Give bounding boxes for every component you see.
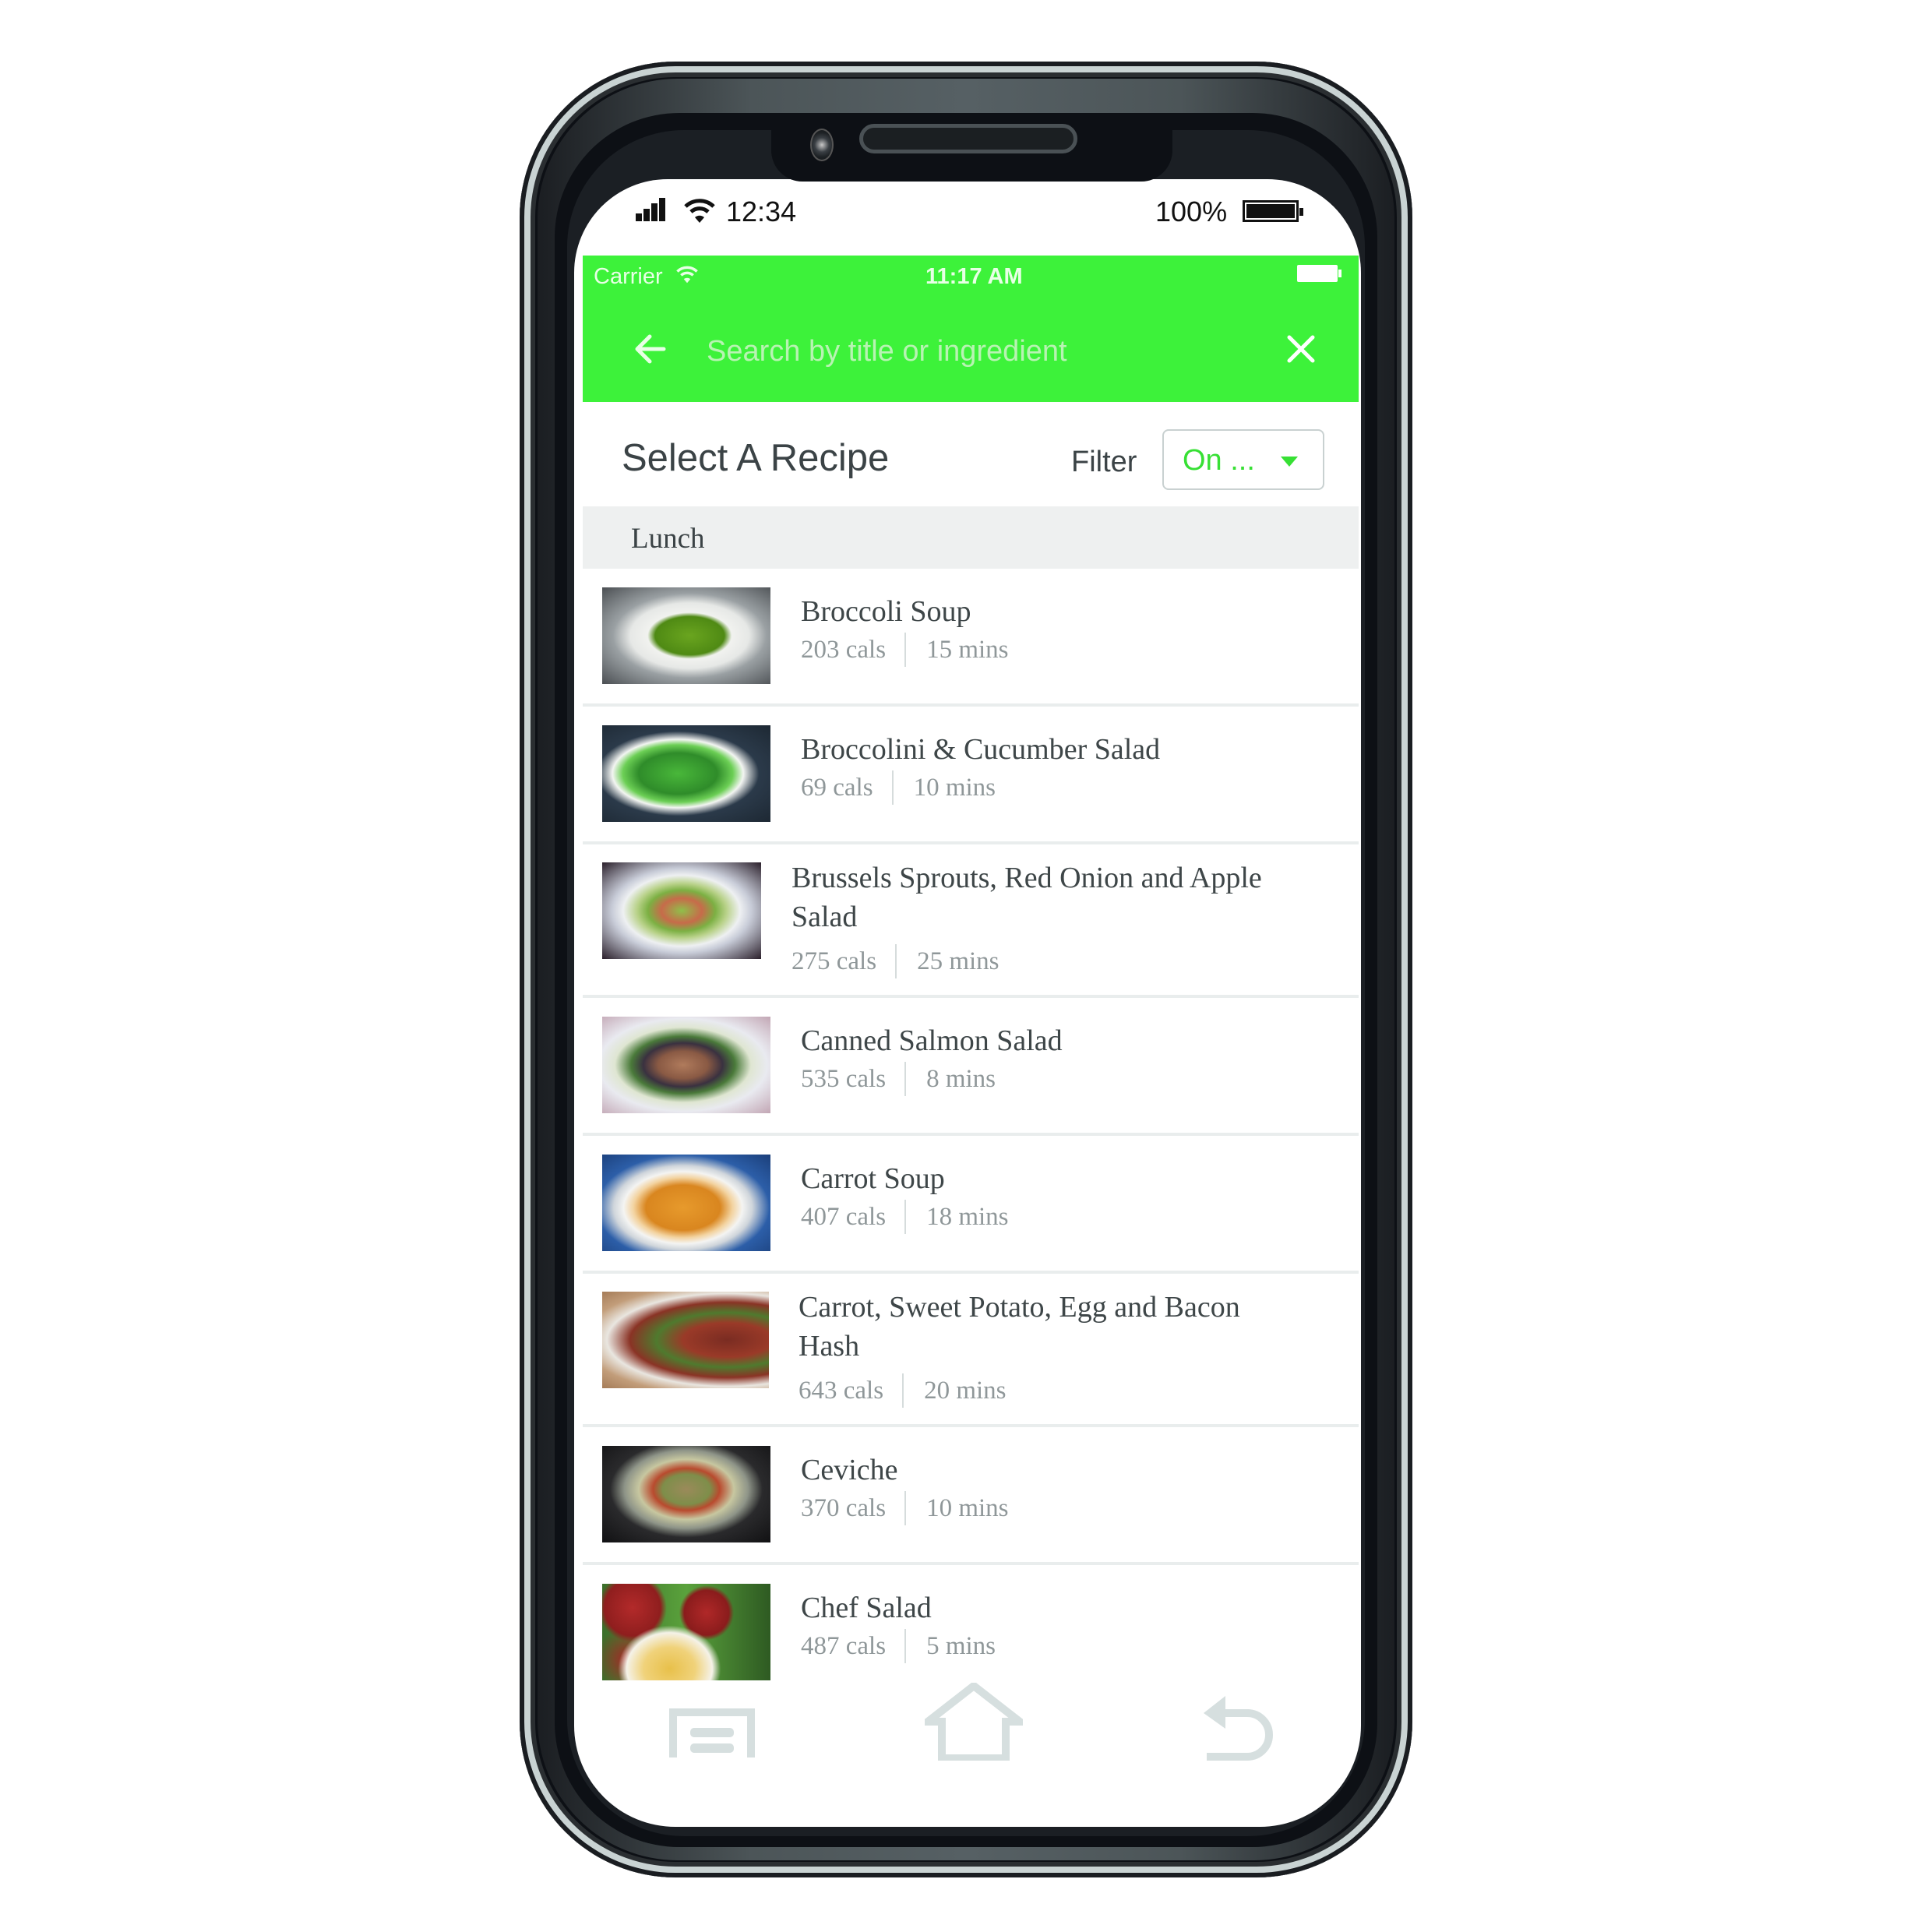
- hash-photo: [602, 1292, 769, 1388]
- recipe-time: 20 mins: [924, 1376, 1007, 1405]
- filter-dropdown[interactable]: On ...: [1162, 429, 1324, 490]
- recipe-time: 15 mins: [926, 635, 1009, 664]
- ceviche-photo: [602, 1446, 770, 1542]
- front-camera-icon: [810, 129, 834, 161]
- home-icon[interactable]: [925, 1683, 1023, 1761]
- back-icon[interactable]: [1202, 1694, 1280, 1761]
- wifi-icon: [684, 199, 715, 223]
- earpiece-speaker-icon: [859, 124, 1077, 153]
- recipe-calories: 643 cals: [799, 1376, 884, 1405]
- recipe-meta: 643 cals 20 mins: [799, 1373, 1007, 1408]
- recipe-time: 25 mins: [917, 947, 999, 975]
- recipe-calories: 407 cals: [801, 1202, 887, 1231]
- recipe-meta: 370 cals 10 mins: [801, 1491, 1009, 1525]
- recipe-title: Broccoli Soup: [801, 595, 971, 628]
- section-header: Lunch: [583, 506, 1359, 569]
- recipe-title: Ceviche: [801, 1454, 898, 1486]
- broccoli-soup-photo: [602, 587, 770, 684]
- search-input[interactable]: [705, 330, 1253, 372]
- meta-divider: [904, 1200, 907, 1234]
- recipe-time: 8 mins: [926, 1064, 996, 1093]
- recipe-meta: 407 cals 18 mins: [801, 1200, 1009, 1234]
- recipe-calories: 487 cals: [801, 1631, 887, 1660]
- recipe-row[interactable]: Canned Salmon Salad 535 cals 8 mins: [583, 998, 1359, 1136]
- recipe-row[interactable]: Carrot Soup 407 cals 18 mins: [583, 1136, 1359, 1274]
- device-battery-percent: 100%: [1155, 196, 1228, 227]
- arrow-left-icon[interactable]: [633, 333, 667, 365]
- recipe-meta: 69 cals 10 mins: [801, 770, 996, 805]
- recipe-row[interactable]: Carrot, Sweet Potato, Egg and Bacon Hash…: [583, 1274, 1359, 1427]
- recipe-time: 18 mins: [926, 1202, 1009, 1231]
- recent-apps-icon[interactable]: [668, 1708, 756, 1759]
- recipe-calories: 275 cals: [791, 947, 877, 975]
- meta-divider: [902, 1373, 904, 1408]
- recipe-time: 10 mins: [926, 1493, 1009, 1522]
- meta-divider: [904, 633, 907, 667]
- device-clock: 12:34: [726, 196, 797, 227]
- page-title: Select A Recipe: [622, 437, 890, 479]
- recipe-meta: 487 cals 5 mins: [801, 1629, 996, 1663]
- carrier-label: Carrier: [594, 264, 663, 289]
- recipe-calories: 69 cals: [801, 773, 873, 802]
- recipe-meta: 535 cals 8 mins: [801, 1062, 996, 1096]
- recipe-title: Broccolini & Cucumber Salad: [801, 733, 1161, 766]
- recipe-calories: 370 cals: [801, 1493, 887, 1522]
- recipe-row[interactable]: Broccolini & Cucumber Salad 69 cals 10 mi…: [583, 707, 1359, 844]
- recipe-row[interactable]: Brussels Sprouts, Red Onion and Apple Sa…: [583, 844, 1359, 998]
- recipe-meta: 275 cals 25 mins: [791, 944, 999, 978]
- recipe-calories: 203 cals: [801, 635, 887, 664]
- recipe-calories: 535 cals: [801, 1064, 887, 1093]
- recipe-title: Carrot Soup: [801, 1162, 945, 1195]
- recipe-row[interactable]: Broccoli Soup 203 cals 15 mins: [583, 569, 1359, 707]
- app-clock: 11:17 AM: [925, 264, 1023, 289]
- recipe-time: 10 mins: [913, 773, 996, 802]
- filter-selected-value: On ...: [1183, 444, 1255, 477]
- meta-divider: [904, 1491, 907, 1525]
- meta-divider: [904, 1629, 907, 1663]
- recipe-row[interactable]: Chef Salad 487 cals 5 mins: [583, 1565, 1359, 1682]
- carrot-soup-photo: [602, 1155, 770, 1251]
- recipe-meta: 203 cals 15 mins: [801, 633, 1009, 667]
- section-label: Lunch: [631, 523, 705, 555]
- recipe-time: 5 mins: [926, 1631, 996, 1660]
- recipe-row[interactable]: Ceviche 370 cals 10 mins: [583, 1427, 1359, 1565]
- cellular-signal-icon: [636, 198, 667, 221]
- broccolini-salad-photo: [602, 725, 770, 822]
- recipe-title: Canned Salmon Salad: [801, 1024, 1063, 1057]
- wifi-icon: [676, 266, 698, 284]
- filter-label: Filter: [1071, 446, 1137, 478]
- salmon-salad-photo: [602, 1017, 770, 1113]
- recipe-title: Chef Salad: [801, 1592, 932, 1624]
- recipe-title: Brussels Sprouts, Red Onion and Apple Sa…: [791, 862, 1262, 933]
- battery-icon: [1243, 200, 1303, 222]
- close-icon[interactable]: [1287, 335, 1315, 363]
- meta-divider: [891, 770, 894, 805]
- meta-divider: [895, 944, 897, 978]
- meta-divider: [904, 1062, 907, 1096]
- chef-salad-photo: [602, 1584, 770, 1680]
- recipe-title: Carrot, Sweet Potato, Egg and Bacon Hash: [799, 1291, 1240, 1363]
- brussels-sprouts-salad-photo: [602, 862, 761, 959]
- battery-icon: [1297, 265, 1341, 282]
- caret-down-icon: [1281, 457, 1298, 467]
